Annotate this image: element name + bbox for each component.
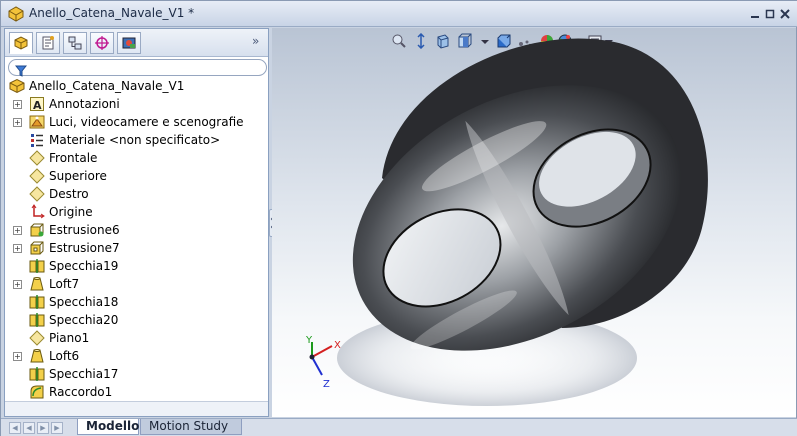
- first-tab-arrow-icon[interactable]: ◀: [9, 422, 21, 434]
- feature-filter-input[interactable]: [8, 59, 267, 77]
- fillet-icon: [29, 384, 45, 400]
- expand-toggle[interactable]: +: [13, 352, 22, 361]
- dimxpert-tab-icon: [95, 36, 109, 50]
- feature-tree: Anello_Catena_Navale_V1 + A Annotazioni …: [5, 77, 268, 399]
- tree-item-loft7[interactable]: + Loft7: [5, 275, 268, 293]
- tree-item-label: Destro: [49, 187, 89, 201]
- loft-icon: [29, 348, 45, 364]
- material-icon: [29, 132, 45, 148]
- tree-item-raccordo1[interactable]: Raccordo1: [5, 383, 268, 401]
- tree-item-frontale[interactable]: Frontale: [5, 149, 268, 167]
- dimxpert-tab[interactable]: [90, 32, 114, 54]
- tree-item-materiale[interactable]: Materiale <non specificato>: [5, 131, 268, 149]
- loft-icon: [29, 276, 45, 292]
- tree-item-label: Specchia18: [49, 295, 119, 309]
- expand-toggle[interactable]: +: [13, 280, 22, 289]
- expand-toggle[interactable]: +: [13, 244, 22, 253]
- triad-z-label: Z: [323, 379, 330, 390]
- expand-toggle[interactable]: +: [13, 100, 22, 109]
- tree-item-estrusione7[interactable]: + Estrusione7: [5, 239, 268, 257]
- tab-motion-study-1[interactable]: Motion Study 1: [140, 419, 242, 436]
- origin-icon: [29, 204, 45, 220]
- configuration-manager-tab-icon: [68, 36, 82, 50]
- tree-item-specchia20[interactable]: Specchia20: [5, 311, 268, 329]
- feature-manager-tab-icon: [14, 36, 28, 50]
- display-manager-tab[interactable]: [117, 32, 141, 54]
- next-tab-arrow-icon[interactable]: ▶: [37, 422, 49, 434]
- panel-tab-strip: »: [5, 29, 268, 57]
- tree-item-label: Frontale: [49, 151, 98, 165]
- tree-root-label: Anello_Catena_Navale_V1: [29, 79, 185, 93]
- tree-item-specchia18[interactable]: Specchia18: [5, 293, 268, 311]
- feature-manager-tab[interactable]: [9, 32, 33, 54]
- property-manager-tab[interactable]: [36, 32, 60, 54]
- feature-manager-panel: » Anello_Catena_Navale_V1 + A Annotazion…: [4, 28, 269, 417]
- tree-item-superiore[interactable]: Superiore: [5, 167, 268, 185]
- panel-expand-chevron[interactable]: »: [252, 34, 259, 48]
- mirror-icon: [29, 294, 45, 310]
- tree-item-label: Superiore: [49, 169, 107, 183]
- tab-modello[interactable]: Modello: [77, 419, 139, 435]
- close-button[interactable]: [779, 8, 791, 20]
- last-tab-arrow-icon[interactable]: ▶: [51, 422, 63, 434]
- triad-x-label: X: [334, 340, 341, 351]
- tree-item-loft6[interactable]: + Loft6: [5, 347, 268, 365]
- tree-item-luci[interactable]: + Luci, videocamere e scenografie: [5, 113, 268, 131]
- tree-item-label: Specchia20: [49, 313, 119, 327]
- mirror-icon: [29, 366, 45, 382]
- svg-text:A: A: [33, 99, 42, 112]
- tree-item-label: Estrusione7: [49, 241, 120, 255]
- tree-item-origine[interactable]: Origine: [5, 203, 268, 221]
- property-manager-tab-icon: [42, 36, 54, 50]
- tree-item-label: Materiale <non specificato>: [49, 133, 221, 147]
- plane-icon: [29, 186, 45, 202]
- orientation-triad: Y X Z: [305, 335, 341, 390]
- graphics-viewport[interactable]: Y X Z: [272, 28, 796, 417]
- mirror-icon: [29, 312, 45, 328]
- part-document-icon: [7, 6, 25, 26]
- part-icon: [9, 78, 25, 94]
- extrude-icon: [29, 222, 45, 238]
- expand-toggle[interactable]: +: [13, 226, 22, 235]
- tree-item-annotazioni[interactable]: + A Annotazioni: [5, 95, 268, 113]
- tree-item-estrusione6[interactable]: + Estrusione6: [5, 221, 268, 239]
- part-3d-model[interactable]: Y X Z: [272, 28, 796, 417]
- tree-item-label: Loft6: [49, 349, 80, 363]
- expand-toggle[interactable]: +: [13, 118, 22, 127]
- tree-item-destro[interactable]: Destro: [5, 185, 268, 203]
- prev-tab-arrow-icon[interactable]: ◀: [23, 422, 35, 434]
- solidworks-window: Anello_Catena_Navale_V1 * » Anello_Caten…: [0, 0, 797, 436]
- lights-cameras-icon: [29, 114, 45, 130]
- tree-item-label: Piano1: [49, 331, 90, 345]
- plane-icon: [29, 168, 45, 184]
- plane-icon: [29, 330, 45, 346]
- tree-item-label: Specchia17: [49, 367, 119, 381]
- tree-item-label: Estrusione6: [49, 223, 120, 237]
- extrude-icon: [29, 240, 45, 256]
- window-title: Anello_Catena_Navale_V1 *: [29, 6, 195, 20]
- tree-item-specchia19[interactable]: Specchia19: [5, 257, 268, 275]
- tree-item-label: Origine: [49, 205, 93, 219]
- configuration-manager-tab[interactable]: [63, 32, 87, 54]
- title-bar: Anello_Catena_Navale_V1 *: [1, 1, 797, 27]
- plane-icon: [29, 150, 45, 166]
- tree-item-piano1[interactable]: Piano1: [5, 329, 268, 347]
- tree-item-label: Specchia19: [49, 259, 119, 273]
- minimize-button[interactable]: [749, 8, 761, 20]
- tree-item-label: Raccordo1: [49, 385, 113, 399]
- triad-y-label: Y: [305, 335, 313, 346]
- panel-horizontal-scrollbar[interactable]: [5, 401, 268, 416]
- annotations-icon: A: [29, 96, 45, 112]
- mirror-icon: [29, 258, 45, 274]
- tree-item-specchia17[interactable]: Specchia17: [5, 365, 268, 383]
- tree-item-label: Luci, videocamere e scenografie: [49, 115, 244, 129]
- tree-root[interactable]: Anello_Catena_Navale_V1: [5, 77, 268, 95]
- bottom-tab-bar: ◀ ◀ ▶ ▶ Modello Motion Study 1: [1, 418, 797, 436]
- tree-item-label: Annotazioni: [49, 97, 120, 111]
- tree-item-label: Loft7: [49, 277, 80, 291]
- restore-button[interactable]: [764, 8, 776, 20]
- display-manager-tab-icon: [122, 37, 136, 49]
